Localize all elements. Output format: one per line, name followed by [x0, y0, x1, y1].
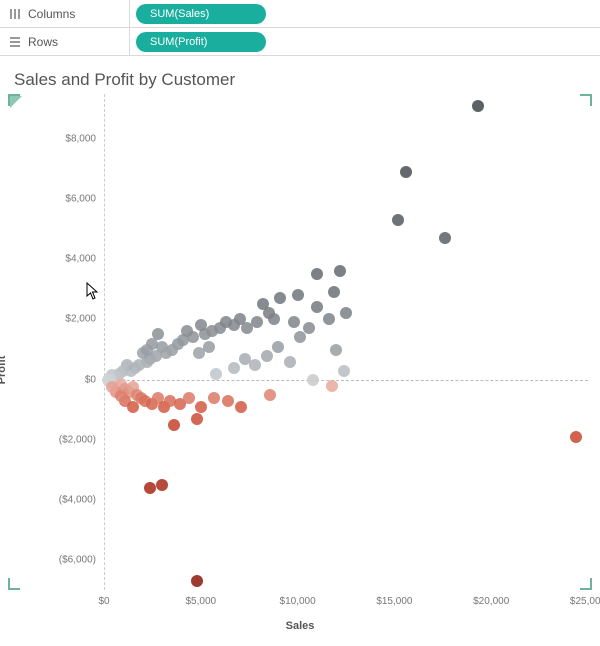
columns-shelf-label-cell: Columns: [0, 0, 130, 27]
data-point[interactable]: [208, 392, 220, 404]
data-point[interactable]: [168, 419, 180, 431]
y-tick: ($6,000): [59, 554, 104, 565]
data-point[interactable]: [439, 232, 451, 244]
data-point[interactable]: [292, 289, 304, 301]
x-tick: $10,000: [280, 590, 316, 607]
rows-shelf[interactable]: Rows SUM(Profit): [0, 28, 600, 56]
data-point[interactable]: [191, 575, 203, 587]
columns-shelf[interactable]: Columns SUM(Sales): [0, 0, 600, 28]
y-tick: $8,000: [65, 134, 104, 145]
data-point[interactable]: [311, 268, 323, 280]
corner-mark-tl: [8, 94, 20, 106]
data-point[interactable]: [340, 307, 352, 319]
data-point[interactable]: [127, 401, 139, 413]
y-axis-label: Profit: [0, 356, 8, 385]
data-point[interactable]: [210, 368, 222, 380]
data-point[interactable]: [235, 401, 247, 413]
rows-pill-sum-profit[interactable]: SUM(Profit): [136, 32, 266, 52]
zero-line: [102, 380, 588, 381]
rows-icon: [8, 36, 22, 48]
x-tick: $25,000: [570, 590, 600, 607]
data-point[interactable]: [311, 301, 323, 313]
data-point[interactable]: [249, 359, 261, 371]
data-point[interactable]: [472, 100, 484, 112]
data-point[interactable]: [330, 344, 342, 356]
data-point[interactable]: [338, 365, 350, 377]
y-tick: ($2,000): [59, 434, 104, 445]
rows-shelf-label-cell: Rows: [0, 28, 130, 55]
data-point[interactable]: [288, 316, 300, 328]
x-tick: $5,000: [186, 590, 217, 607]
chart-title: Sales and Profit by Customer: [14, 70, 592, 90]
data-point[interactable]: [195, 401, 207, 413]
columns-icon: [8, 8, 22, 20]
x-tick: $0: [98, 590, 109, 607]
x-tick: $20,000: [473, 590, 509, 607]
y-tick: $4,000: [65, 254, 104, 265]
data-point[interactable]: [261, 350, 273, 362]
data-point[interactable]: [294, 331, 306, 343]
data-point[interactable]: [115, 390, 127, 402]
y-tick: ($4,000): [59, 494, 104, 505]
data-point[interactable]: [220, 316, 232, 328]
data-point[interactable]: [241, 322, 253, 334]
y-tick: $2,000: [65, 314, 104, 325]
rows-shelf-label: Rows: [28, 35, 58, 49]
data-point[interactable]: [195, 319, 207, 331]
corner-mark-bl: [8, 578, 20, 590]
data-point[interactable]: [222, 395, 234, 407]
data-point[interactable]: [228, 362, 240, 374]
columns-shelf-dropzone[interactable]: SUM(Sales): [130, 4, 600, 24]
data-point[interactable]: [181, 325, 193, 337]
plot-wrap: Profit Sales $8,000$6,000$4,000$2,000$0(…: [8, 94, 592, 634]
x-tick: $15,000: [376, 590, 412, 607]
scatter-plot[interactable]: $8,000$6,000$4,000$2,000$0($2,000)($4,00…: [104, 94, 588, 590]
rows-shelf-dropzone[interactable]: SUM(Profit): [130, 32, 600, 52]
data-point[interactable]: [392, 214, 404, 226]
data-point[interactable]: [400, 166, 412, 178]
data-point[interactable]: [307, 374, 319, 386]
data-point[interactable]: [156, 479, 168, 491]
viz-area: Sales and Profit by Customer Profit Sale…: [0, 56, 600, 638]
data-point[interactable]: [183, 392, 195, 404]
data-point[interactable]: [303, 322, 315, 334]
data-point[interactable]: [326, 380, 338, 392]
data-point[interactable]: [323, 313, 335, 325]
data-point[interactable]: [264, 389, 276, 401]
data-point[interactable]: [570, 431, 582, 443]
x-axis-label: Sales: [286, 620, 315, 632]
data-point[interactable]: [328, 286, 340, 298]
data-point[interactable]: [274, 292, 286, 304]
data-point[interactable]: [191, 413, 203, 425]
data-point[interactable]: [272, 341, 284, 353]
columns-shelf-label: Columns: [28, 7, 75, 21]
data-point[interactable]: [334, 265, 346, 277]
cursor-icon: [86, 282, 102, 305]
columns-pill-sum-sales[interactable]: SUM(Sales): [136, 4, 266, 24]
data-point[interactable]: [144, 482, 156, 494]
data-point[interactable]: [284, 356, 296, 368]
data-point[interactable]: [141, 344, 153, 356]
y-axis-line: [104, 94, 105, 590]
y-tick: $6,000: [65, 194, 104, 205]
data-point[interactable]: [268, 313, 280, 325]
data-point[interactable]: [203, 341, 215, 353]
